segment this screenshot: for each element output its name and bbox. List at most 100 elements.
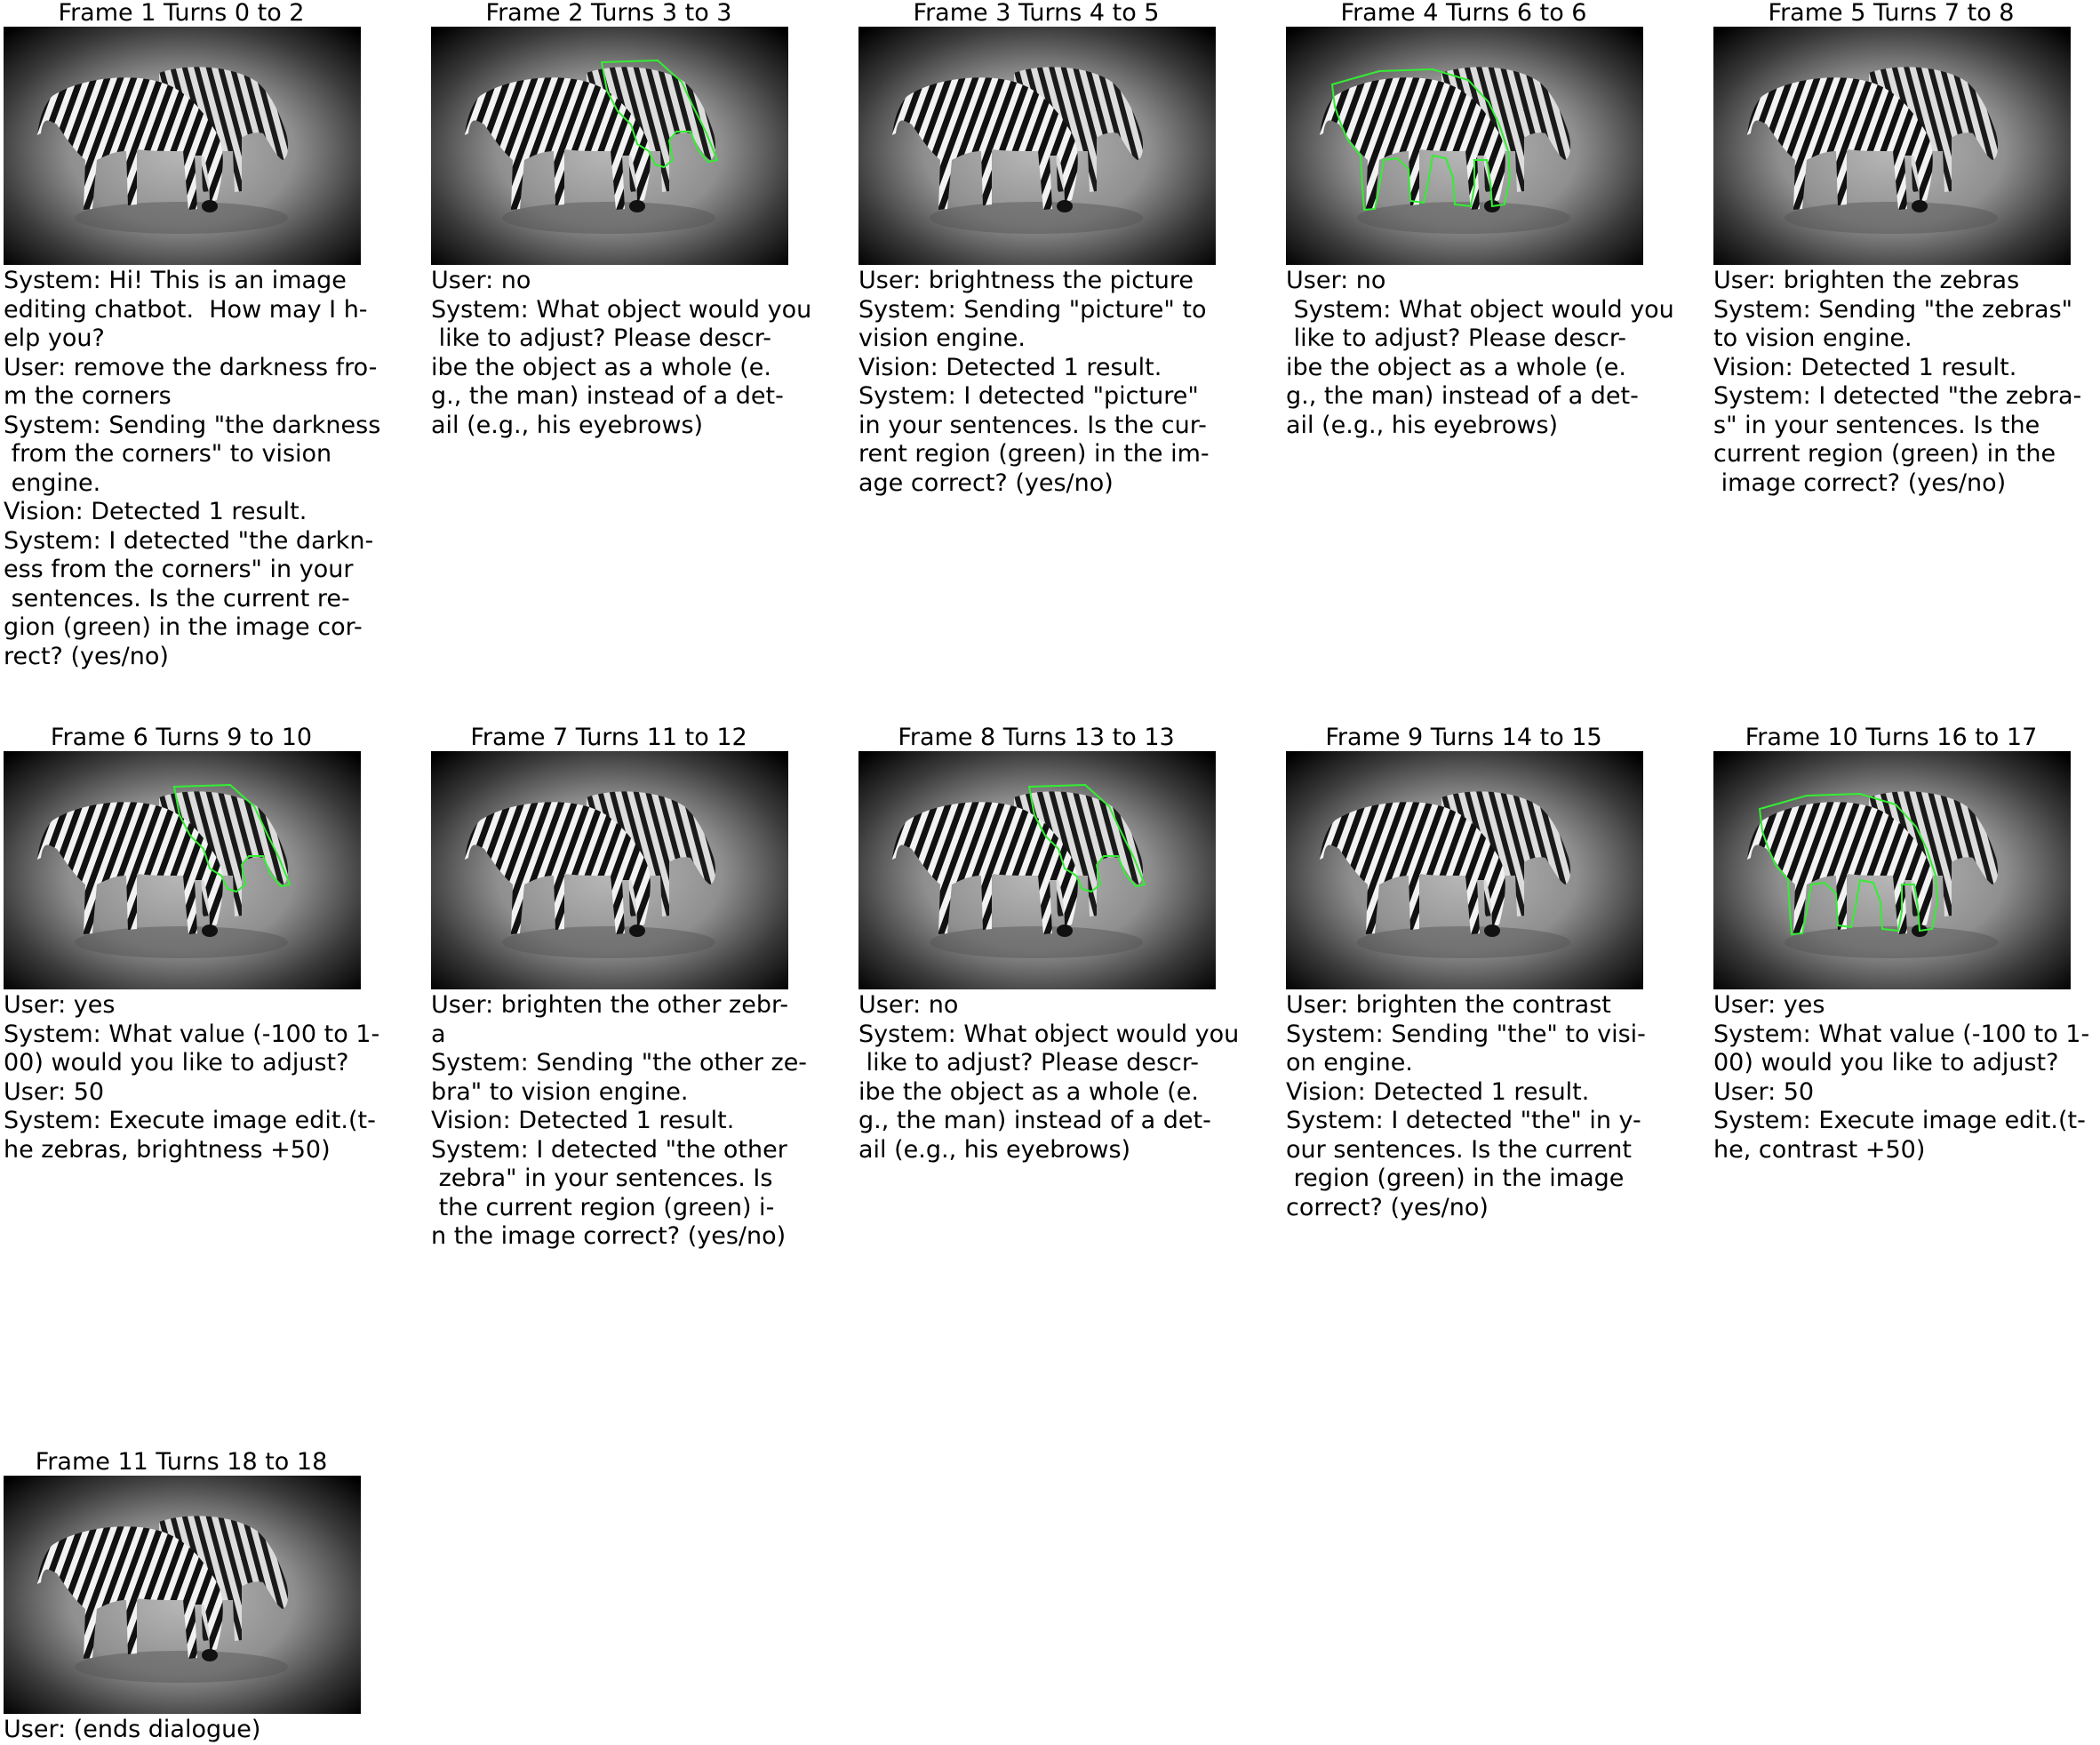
zebra-photo	[4, 1476, 361, 1714]
frame-title: Frame 4 Turns 6 to 6	[1340, 0, 1587, 27]
dialogue-line: rent region (green) in the im-	[858, 440, 1210, 468]
zebra-photo	[1286, 27, 1643, 265]
dialogue-line: System: What object would you	[1286, 295, 1674, 324]
dialogue-line: ibe the object as a whole (e.	[858, 1077, 1199, 1106]
dialogue-line: editing chatbot. How may I h-	[4, 295, 368, 324]
frame-title: Frame 8 Turns 13 to 13	[898, 724, 1175, 751]
zebra-photo	[1286, 751, 1643, 989]
dialogue-line: User: no	[431, 267, 531, 294]
dialogue-line: engine.	[4, 468, 101, 497]
dialogue-line: image correct? (yes/no)	[1713, 468, 2007, 497]
dialogue-line: ail (e.g., his eyebrows)	[858, 1135, 1131, 1164]
dialogue-line: System: I detected "the other	[431, 1135, 787, 1164]
frame-title: Frame 2 Turns 3 to 3	[485, 0, 732, 27]
zebra-photo	[858, 751, 1216, 989]
dialogue-line: User: no	[1286, 267, 1386, 294]
dialogue-line: n the image correct? (yes/no)	[431, 1222, 787, 1250]
dialogue-transcript: System: Hi! This is an image editing chat…	[4, 267, 412, 671]
dialogue-line: System: Execute image edit.(t-	[4, 1107, 376, 1134]
dialogue-line: vision engine.	[858, 324, 1026, 352]
frame-title: Frame 10 Turns 16 to 17	[1745, 724, 2038, 751]
dialogue-line: s" in your sentences. Is the	[1713, 411, 2040, 439]
dialogue-line: User: brighten the other zebr-	[431, 991, 789, 1019]
dialogue-line: Vision: Detected 1 result.	[1713, 353, 2017, 381]
dialogue-line: bra" to vision engine.	[431, 1077, 689, 1106]
dialogue-line: User: no	[858, 991, 959, 1019]
dialogue-line: ibe the object as a whole (e.	[1286, 353, 1626, 381]
dialogue-line: to vision engine.	[1713, 324, 1912, 352]
dialogue-line: System: What value (-100 to 1-	[1713, 1020, 2090, 1048]
dialogue-transcript: User: no System: What object would you l…	[1286, 267, 1695, 440]
dialogue-line: a	[431, 1020, 446, 1048]
zebra-photo	[858, 27, 1216, 265]
dialogue-transcript: User: no System: What object would you li…	[858, 991, 1267, 1165]
dialogue-line: System: Sending "the" to visi-	[1286, 1020, 1646, 1048]
frame-title: Frame 7 Turns 11 to 12	[470, 724, 747, 751]
dialogue-line: the current region (green) i-	[431, 1193, 775, 1221]
dialogue-line: g., the man) instead of a det-	[431, 382, 784, 410]
dialogue-line: gion (green) in the image cor-	[4, 613, 363, 641]
dialogue-line: ail (e.g., his eyebrows)	[1286, 411, 1559, 439]
dialogue-line: User: brighten the contrast	[1286, 991, 1611, 1019]
dialogue-line: g., the man) instead of a det-	[858, 1107, 1211, 1134]
zebra-photo	[4, 751, 361, 989]
dialogue-line: User: (ends dialogue)	[4, 1716, 261, 1743]
dialogue-line: our sentences. Is the current	[1286, 1135, 1633, 1164]
dialogue-line: System: I detected "the" in y-	[1286, 1107, 1641, 1134]
frame-title: Frame 11 Turns 18 to 18	[35, 1448, 328, 1476]
dialogue-line: rect? (yes/no)	[4, 642, 169, 670]
dialogue-transcript: User: brightness the picture System: Send…	[858, 267, 1267, 498]
dialogue-line: Vision: Detected 1 result.	[431, 1107, 735, 1134]
dialogue-line: on engine.	[1286, 1049, 1413, 1077]
dialogue-line: User: yes	[4, 991, 116, 1019]
dialogue-line: System: Sending "the darkness	[4, 411, 381, 439]
dialogue-line: Vision: Detected 1 result.	[1286, 1077, 1590, 1106]
frame-title: Frame 9 Turns 14 to 15	[1325, 724, 1602, 751]
dialogue-line: System: Sending "the other ze-	[431, 1049, 808, 1077]
dialogue-line: m the corners	[4, 382, 172, 410]
dialogue-line: correct? (yes/no)	[1286, 1193, 1489, 1221]
dialogue-line: current region (green) in the	[1713, 440, 2056, 468]
dialogue-line: System: Sending "picture" to	[858, 295, 1207, 324]
dialogue-line: User: remove the darkness fro-	[4, 353, 378, 381]
zebra-photo	[4, 27, 361, 265]
dialogue-line: 00) would you like to adjust?	[1713, 1049, 2059, 1077]
dialogue-transcript: User: yes System: What value (-100 to 1- 0…	[1713, 991, 2100, 1165]
dialogue-transcript: User: brighten the zebras System: Sending…	[1713, 267, 2100, 498]
dialogue-line: User: 50	[4, 1077, 105, 1106]
dialogue-line: System: What value (-100 to 1-	[4, 1020, 380, 1048]
dialogue-line: User: brighten the zebras	[1713, 267, 2020, 294]
dialogue-line: sentences. Is the current re-	[4, 584, 350, 612]
dialogue-line: 00) would you like to adjust?	[4, 1049, 349, 1077]
dialogue-line: Vision: Detected 1 result.	[4, 498, 307, 525]
frame-title: Frame 1 Turns 0 to 2	[58, 0, 305, 27]
dialogue-transcript: User: brighten the other zebr-a System: S…	[431, 991, 840, 1252]
zebra-photo	[431, 751, 788, 989]
frame-title: Frame 6 Turns 9 to 10	[50, 724, 313, 751]
dialogue-line: System: Sending "the zebras"	[1713, 295, 2073, 324]
dialogue-line: User: 50	[1713, 1077, 1815, 1106]
dialogue-line: he zebras, brightness +50)	[4, 1135, 331, 1164]
dialogue-transcript: User: brighten the contrast System: Sendi…	[1286, 991, 1695, 1222]
dialogue-line: System: Hi! This is an image	[4, 267, 347, 294]
dialogue-line: region (green) in the image	[1286, 1165, 1625, 1192]
dialogue-transcript: User: (ends dialogue)	[4, 1716, 412, 1745]
dialogue-line: zebra" in your sentences. Is	[431, 1165, 773, 1192]
dialogue-line: System: I detected "picture"	[858, 382, 1199, 410]
dialogue-line: System: I detected "the darkn-	[4, 526, 374, 555]
dialogue-transcript: User: no System: What object would you li…	[431, 267, 840, 440]
dialogue-line: ibe the object as a whole (e.	[431, 353, 771, 381]
dialogue-line: like to adjust? Please descr-	[858, 1049, 1199, 1077]
dialogue-line: in your sentences. Is the cur-	[858, 411, 1207, 439]
zebra-photo	[1713, 27, 2071, 265]
zebra-photo	[1713, 751, 2071, 989]
dialogue-line: age correct? (yes/no)	[858, 468, 1114, 497]
dialogue-line: System: What object would you	[431, 295, 812, 324]
dialogue-line: elp you?	[4, 324, 105, 352]
dialogue-line: User: yes	[1713, 991, 1825, 1019]
frame-title: Frame 5 Turns 7 to 8	[1768, 0, 2015, 27]
dialogue-transcript: User: yes System: What value (-100 to 1- 0…	[4, 991, 412, 1165]
dialogue-line: User: brightness the picture	[858, 267, 1194, 294]
dialogue-line: System: What object would you	[858, 1020, 1240, 1048]
frame-title: Frame 3 Turns 4 to 5	[913, 0, 1160, 27]
